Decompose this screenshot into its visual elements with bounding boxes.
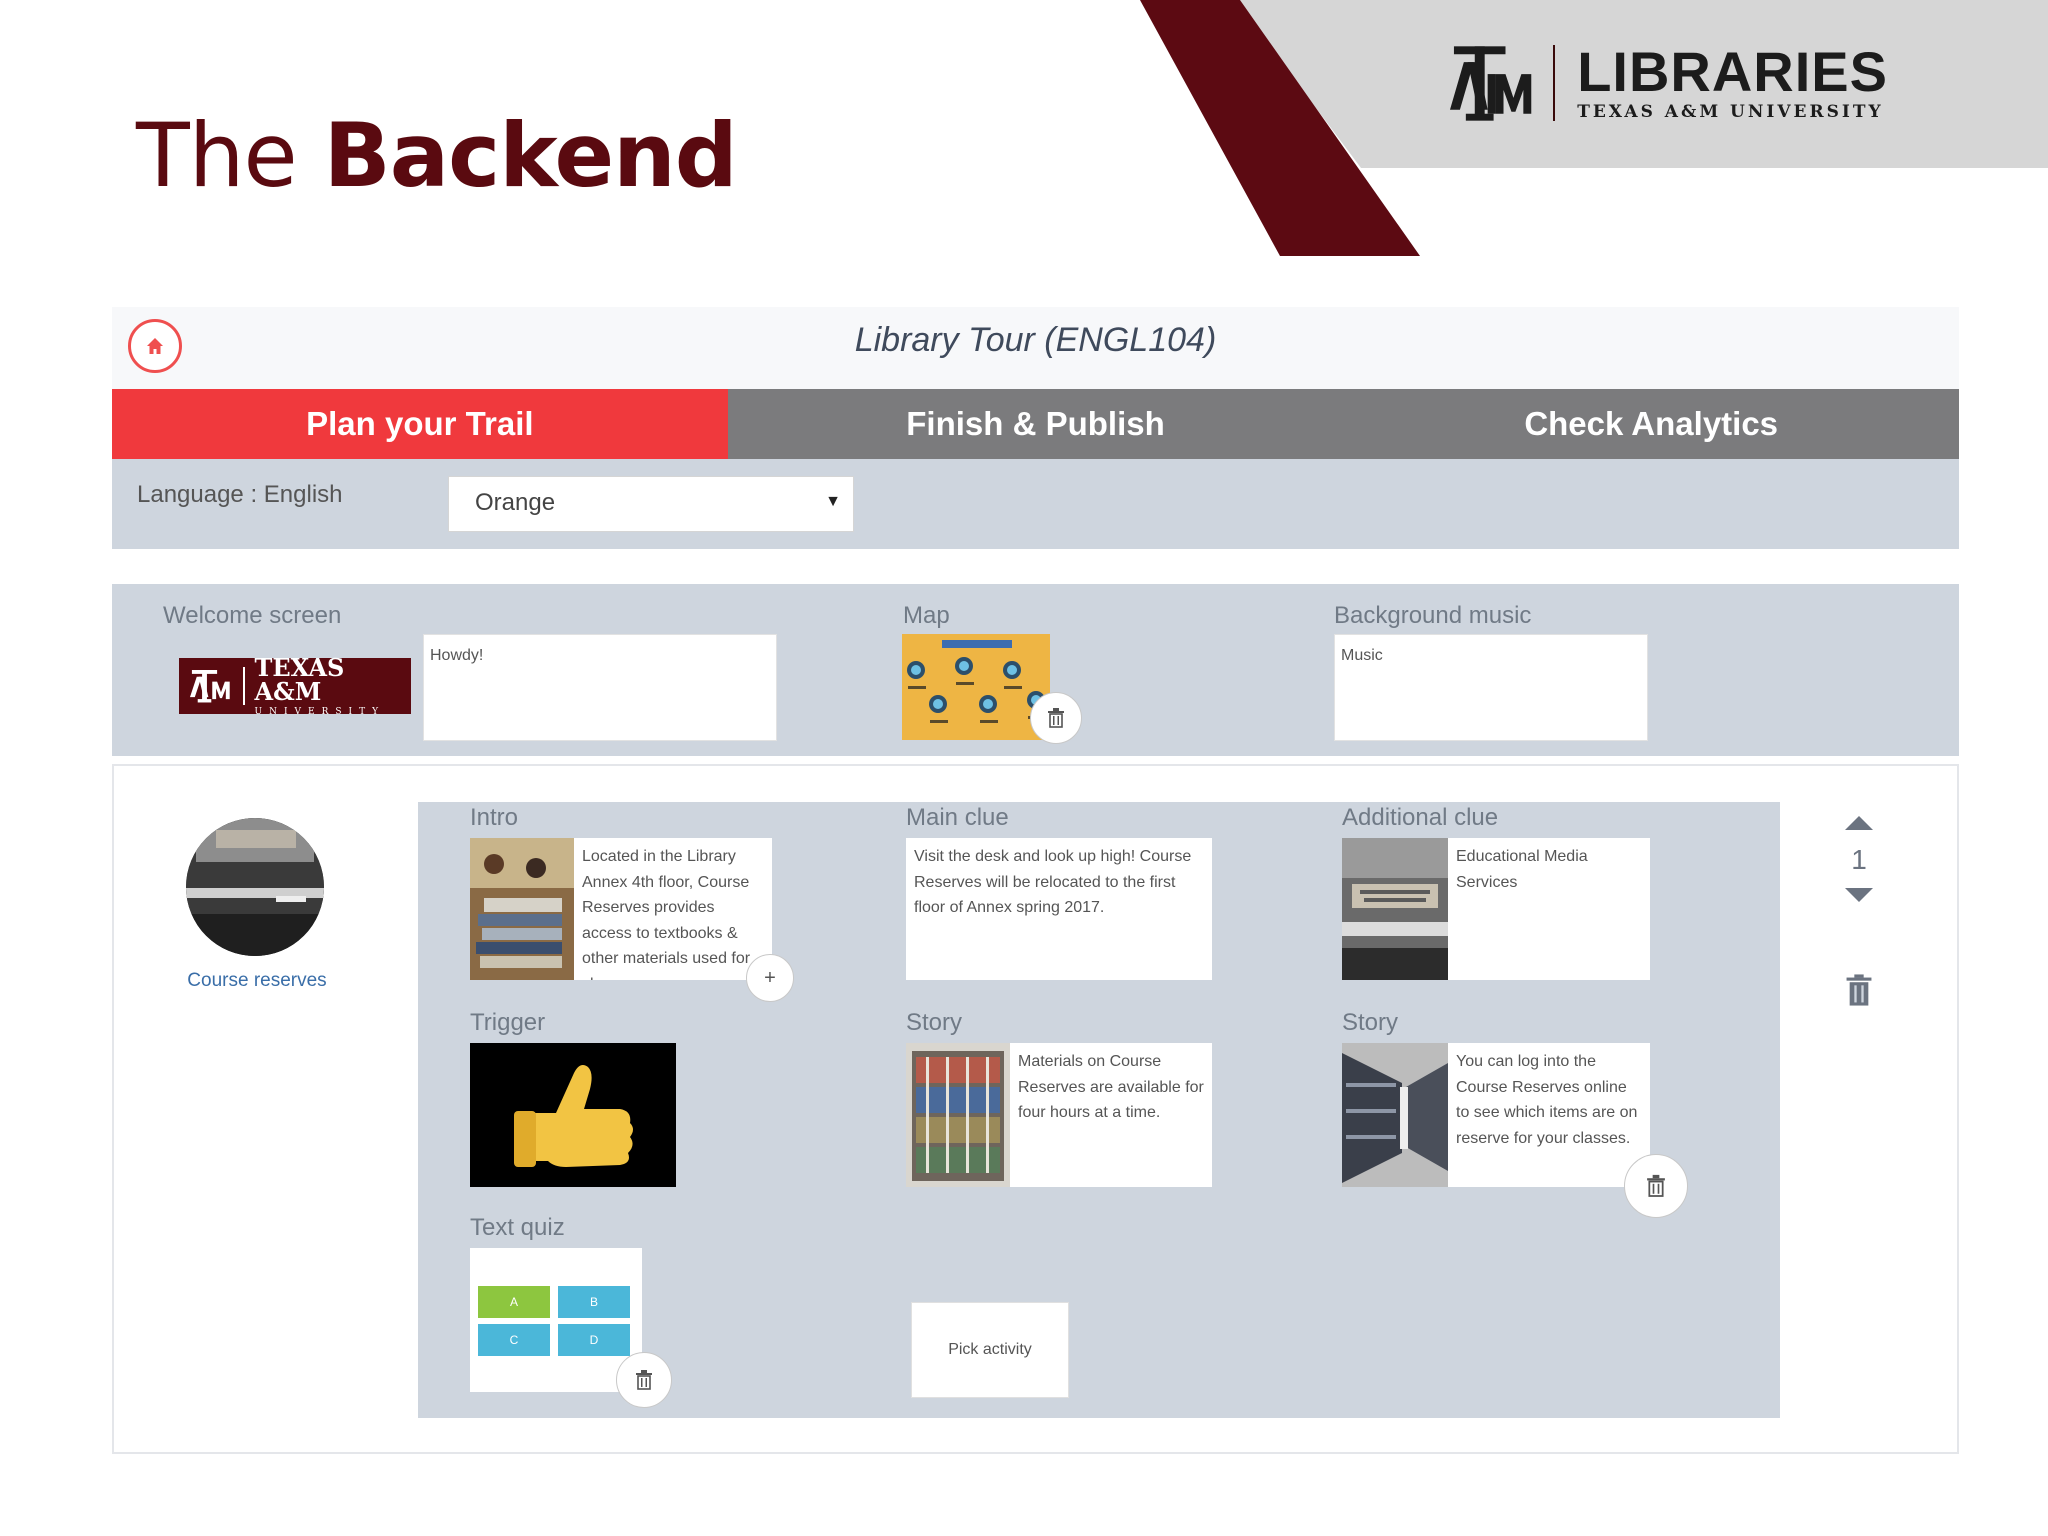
- slide-title-bold: Backend: [323, 104, 738, 207]
- text-quiz-label: Text quiz: [470, 1214, 565, 1241]
- stop-section: Course reserves Intro Located in the Lib…: [112, 764, 1959, 1454]
- plus-icon: +: [764, 966, 776, 989]
- intro-add-button[interactable]: +: [746, 954, 794, 1002]
- story-2-label: Story: [1342, 1009, 1399, 1036]
- libraries-logo: LIBRARIES TEXAS A&M UNIVERSITY: [1448, 40, 1888, 126]
- stop-avatar[interactable]: [186, 818, 324, 956]
- logo-text: LIBRARIES TEXAS A&M UNIVERSITY: [1577, 40, 1888, 123]
- tab-check-analytics[interactable]: Check Analytics: [1343, 389, 1960, 459]
- additional-clue-image[interactable]: [1342, 838, 1448, 980]
- trigger-label: Trigger: [470, 1009, 546, 1036]
- color-select[interactable]: Orange ▼: [448, 476, 854, 532]
- quiz-option-b: B: [558, 1286, 630, 1318]
- app-topbar: Library Tour (ENGL104): [112, 307, 1959, 389]
- intro-books-image: [470, 838, 574, 980]
- atm-logo-icon: [1449, 46, 1532, 121]
- logo-separator: [1553, 45, 1556, 121]
- tab-bar: Plan your Trail Finish & Publish Check A…: [112, 389, 1960, 459]
- map-graphic: [907, 640, 1046, 723]
- stop-delete-button[interactable]: [1834, 972, 1884, 1013]
- background-music-field[interactable]: Music: [1334, 634, 1648, 741]
- map-label: Map: [903, 602, 950, 629]
- additional-clue-label: Additional clue: [1342, 804, 1499, 831]
- trigger-image[interactable]: [470, 1043, 676, 1187]
- badge-line-1: TEXAS A&M: [254, 652, 345, 706]
- story-2-image[interactable]: [1342, 1043, 1448, 1187]
- background-music-label: Background music: [1334, 602, 1532, 629]
- media-services-image: [1342, 838, 1448, 980]
- stacks-image: [1342, 1043, 1448, 1187]
- trash-icon: [1846, 974, 1872, 1006]
- map-image[interactable]: [902, 634, 1050, 740]
- intro-text[interactable]: Located in the Library Annex 4th floor, …: [574, 838, 772, 980]
- trash-icon: [636, 1370, 652, 1390]
- caret-down-icon: ▼: [825, 493, 841, 510]
- quiz-option-d: D: [558, 1324, 630, 1356]
- stop-avatar-image: [186, 818, 324, 956]
- arrow-up-icon[interactable]: [1845, 816, 1873, 830]
- story-1-text[interactable]: Materials on Course Reserves are availab…: [1010, 1043, 1212, 1187]
- slide-title-light: The: [136, 104, 298, 207]
- story-2-delete-button[interactable]: [1624, 1154, 1688, 1218]
- color-select-value: Orange: [475, 489, 556, 516]
- welcome-text-field[interactable]: Howdy!: [423, 634, 777, 741]
- quiz-option-a: A: [478, 1286, 550, 1318]
- logo-libraries-text: LIBRARIES: [1577, 40, 1888, 103]
- app-title: Library Tour (ENGL104): [854, 321, 1217, 359]
- main-clue-label: Main clue: [906, 804, 1009, 831]
- badge-line-2: UNIVERSITY: [254, 706, 386, 717]
- slide-title: The Backend: [136, 112, 738, 200]
- thumbs-up-icon: [514, 1065, 633, 1167]
- badge-name: TEXAS A&M UNIVERSITY: [254, 652, 412, 717]
- language-label: Language : English: [137, 481, 343, 508]
- atm-logo-icon: [189, 670, 230, 703]
- stop-name-link[interactable]: Course reserves: [144, 970, 370, 992]
- additional-clue-text[interactable]: Educational Media Services: [1448, 838, 1650, 980]
- welcome-screen-label: Welcome screen: [163, 602, 342, 629]
- story-1-label: Story: [906, 1009, 963, 1036]
- welcome-image-texas-am[interactable]: TEXAS A&M UNIVERSITY: [179, 652, 412, 717]
- trash-icon: [1048, 708, 1064, 728]
- text-quiz-image[interactable]: A B C D: [470, 1248, 642, 1392]
- story-2-text[interactable]: You can log into the Course Reserves onl…: [1448, 1043, 1650, 1187]
- tab-finish-publish[interactable]: Finish & Publish: [727, 389, 1344, 459]
- arrow-down-icon[interactable]: [1845, 888, 1873, 902]
- story-1-image[interactable]: [906, 1043, 1010, 1187]
- intro-image[interactable]: [470, 838, 574, 980]
- pick-activity-button[interactable]: Pick activity: [911, 1302, 1069, 1398]
- main-clue-text[interactable]: Visit the desk and look up high! Course …: [906, 838, 1212, 980]
- tab-plan-your-trail[interactable]: Plan your Trail: [112, 389, 728, 459]
- bookshelf-image: [906, 1043, 1010, 1187]
- badge-separator: [242, 667, 245, 705]
- stop-order-number: 1: [1851, 844, 1867, 875]
- language-row: Language : English Orange ▼: [112, 459, 1959, 549]
- app-window: Library Tour (ENGL104) Plan your Trail F…: [112, 307, 1960, 549]
- quiz-option-c: C: [478, 1324, 550, 1356]
- text-quiz-delete-button[interactable]: [616, 1352, 672, 1408]
- stop-content-grid: Intro Located in the Library Annex 4th f…: [418, 802, 1780, 1418]
- welcome-row: Welcome screen TEXAS A&M UNIVERSITY Howd…: [112, 584, 1959, 756]
- intro-label: Intro: [470, 804, 519, 831]
- trash-icon: [1647, 1174, 1665, 1197]
- stop-order-controls: 1: [1834, 816, 1884, 1013]
- map-delete-button[interactable]: [1030, 692, 1082, 744]
- logo-university-text: TEXAS A&M UNIVERSITY: [1577, 102, 1884, 122]
